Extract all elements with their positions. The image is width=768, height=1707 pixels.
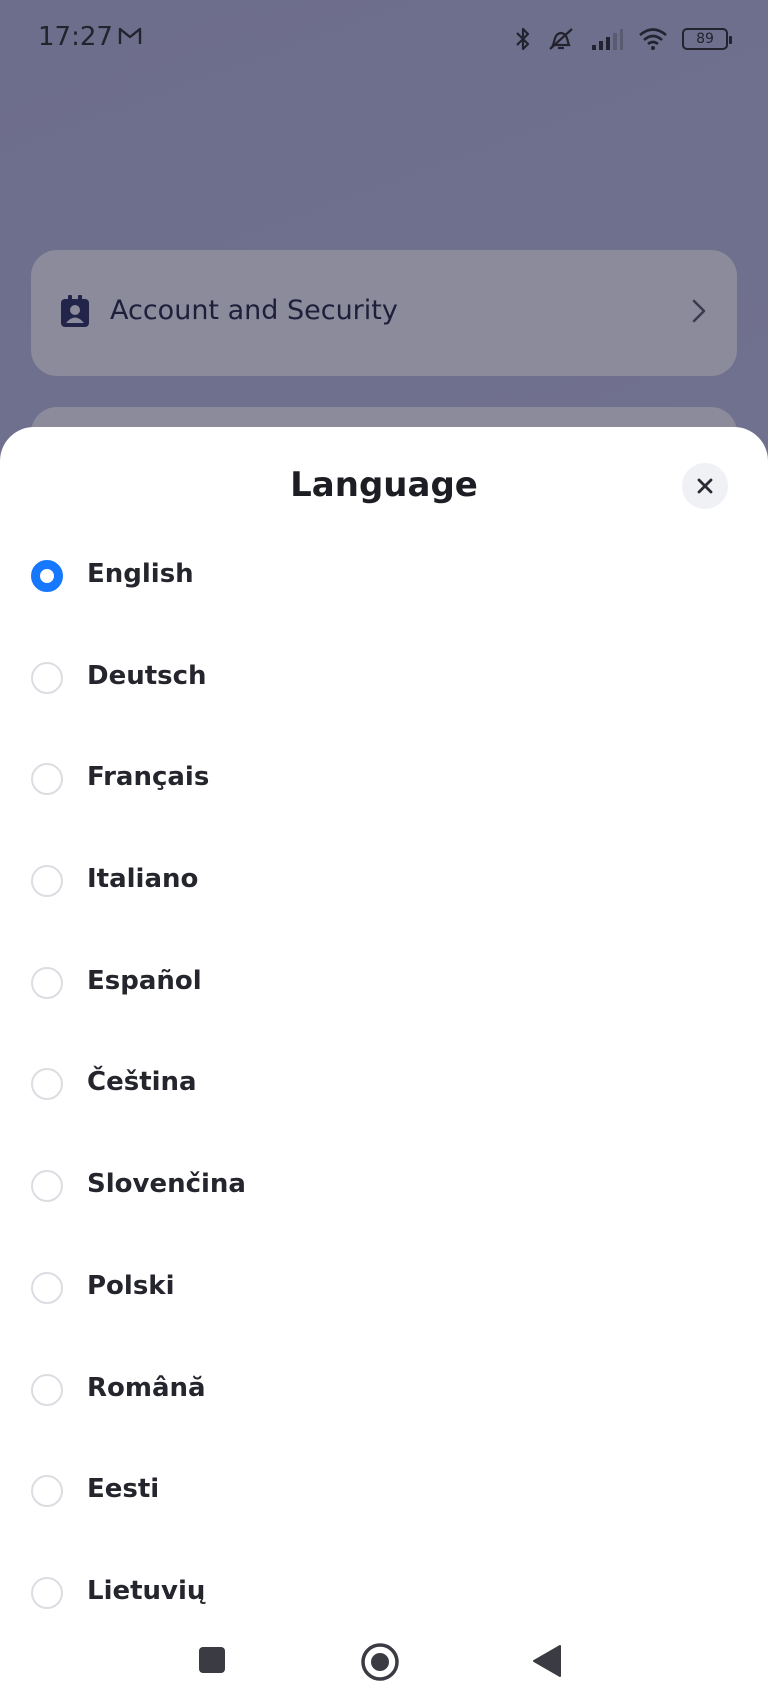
radio-icon[interactable] (31, 1068, 63, 1101)
gmail-icon (118, 26, 142, 52)
language-label: Čeština (87, 1067, 197, 1098)
signal-icon (590, 27, 624, 51)
sheet-title: Language (290, 465, 478, 505)
language-option-slovencina[interactable]: Slovenčina (0, 1137, 768, 1239)
close-icon (697, 478, 713, 494)
language-label: Slovenčina (87, 1169, 246, 1200)
battery-icon: 89 (682, 28, 732, 50)
chevron-right-icon (691, 298, 707, 328)
status-icons: 89 (514, 22, 732, 56)
language-label: Français (87, 762, 210, 793)
radio-icon[interactable] (31, 865, 63, 898)
contact-card-icon (59, 295, 91, 333)
language-option-francais[interactable]: Français (0, 730, 768, 832)
language-option-cestina[interactable]: Čeština (0, 1035, 768, 1137)
status-time: 17:27 (38, 22, 113, 52)
system-nav-bar (0, 1620, 768, 1707)
language-option-romana[interactable]: Română (0, 1341, 768, 1443)
status-bar: 17:27 89 (0, 0, 768, 80)
account-security-label: Account and Security (110, 295, 398, 326)
radio-icon[interactable] (31, 763, 63, 796)
screen: 17:27 89 Account and Security Language E… (0, 0, 768, 1707)
home-circle-icon[interactable] (360, 1642, 400, 1686)
language-sheet: Language English Deutsch Français Italia… (0, 427, 768, 1707)
language-label: Eesti (87, 1474, 160, 1505)
language-label: Polski (87, 1270, 175, 1301)
language-label: Lietuvių (87, 1575, 206, 1606)
language-list: English Deutsch Français Italiano Españo… (0, 527, 768, 1646)
language-label: Español (87, 965, 202, 996)
radio-icon[interactable] (31, 661, 63, 694)
back-triangle-icon[interactable] (532, 1644, 562, 1682)
radio-icon[interactable] (31, 1271, 63, 1304)
radio-icon[interactable] (31, 1576, 63, 1609)
language-option-italiano[interactable]: Italiano (0, 832, 768, 934)
close-button[interactable] (682, 463, 728, 509)
radio-icon[interactable] (31, 1373, 63, 1406)
language-label: English (87, 559, 194, 589)
language-label: Română (87, 1372, 206, 1403)
language-label: Deutsch (87, 660, 207, 691)
language-option-espanol[interactable]: Español (0, 934, 768, 1036)
recents-square-icon[interactable] (198, 1646, 226, 1678)
account-security-row: Account and Security (31, 250, 737, 376)
mute-icon (546, 25, 576, 53)
language-label: Italiano (87, 864, 199, 895)
radio-icon[interactable] (31, 966, 63, 999)
wifi-icon (638, 27, 668, 51)
radio-icon[interactable] (31, 1475, 63, 1508)
language-option-polski[interactable]: Polski (0, 1239, 768, 1341)
radio-icon[interactable] (31, 1170, 63, 1203)
bluetooth-icon (514, 25, 532, 53)
language-option-deutsch[interactable]: Deutsch (0, 629, 768, 731)
language-option-eesti[interactable]: Eesti (0, 1442, 768, 1544)
language-option-english[interactable]: English (0, 527, 768, 629)
radio-selected-icon[interactable] (31, 560, 63, 592)
